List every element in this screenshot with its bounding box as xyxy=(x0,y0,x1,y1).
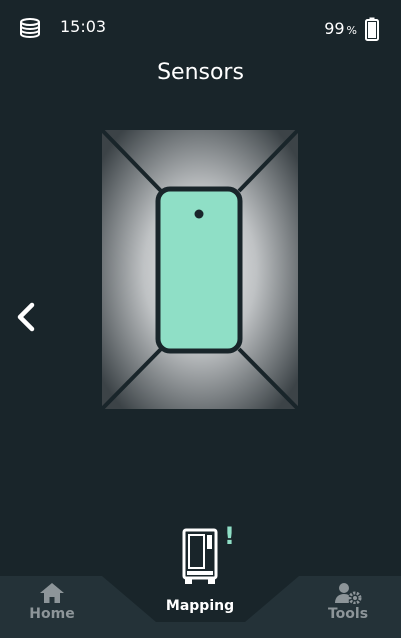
mapping-alert-badge: ! xyxy=(224,522,235,550)
device-sensor-dot xyxy=(194,209,204,219)
user-gear-icon xyxy=(335,583,362,604)
status-bar: 15:03 99% xyxy=(0,0,401,56)
nav-mapping[interactable]: ! Mapping xyxy=(150,522,250,620)
battery-unit: % xyxy=(346,24,357,37)
clock: 15:03 xyxy=(60,17,107,36)
battery-value: 99 xyxy=(324,19,345,38)
nav-home[interactable]: Home xyxy=(10,582,94,634)
stacked-discs-icon xyxy=(20,18,40,39)
nav-mapping-label: Mapping xyxy=(165,598,235,614)
back-button[interactable] xyxy=(10,297,46,337)
vending-machine-icon xyxy=(182,528,218,584)
nav-tools-label: Tools xyxy=(327,606,369,622)
home-icon xyxy=(40,583,64,603)
battery-level: 99% xyxy=(324,19,357,38)
nav-home-label: Home xyxy=(29,606,75,622)
page-title: Sensors xyxy=(157,60,244,85)
battery-icon xyxy=(365,17,379,41)
chevron-left-icon xyxy=(17,302,35,332)
nav-tools[interactable]: Tools xyxy=(306,582,390,634)
sensor-illustration xyxy=(99,127,301,412)
